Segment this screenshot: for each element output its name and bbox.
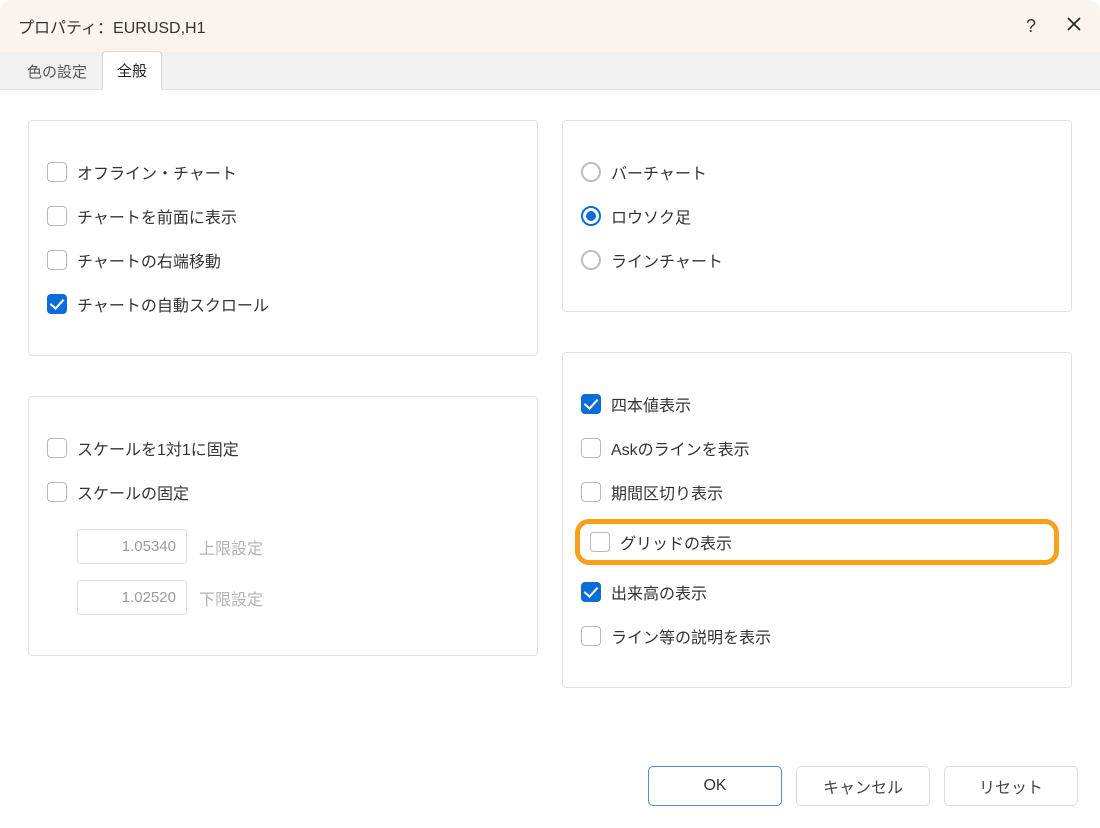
reset-button[interactable]: リセット [944, 766, 1078, 806]
properties-dialog: プロパティ：EURUSD,H1 ? 色の設定 全般 オフライン・チャート チャー… [0, 0, 1100, 828]
auto-scroll-label: チャートの自動スクロール [77, 292, 269, 316]
tab-general[interactable]: 全般 [102, 51, 162, 90]
footer: OK キャンセル リセット [0, 758, 1100, 828]
lower-limit-input[interactable]: 1.02520 [77, 580, 187, 615]
scale-fix-label: スケールの固定 [77, 480, 189, 504]
help-icon[interactable]: ? [1026, 16, 1036, 37]
titlebar: プロパティ：EURUSD,H1 ? [0, 0, 1100, 52]
offline-chart-checkbox[interactable] [47, 162, 67, 182]
tabs: 色の設定 全般 [0, 52, 1100, 90]
desc-label: ライン等の説明を表示 [611, 624, 771, 648]
candlestick-radio[interactable] [581, 206, 601, 226]
scale-1to1-label: スケールを1対1に固定 [77, 436, 239, 460]
grid-label: グリッドの表示 [620, 530, 732, 554]
tab-colors[interactable]: 色の設定 [12, 52, 102, 90]
chart-front-checkbox[interactable] [47, 206, 67, 226]
grid-checkbox[interactable] [590, 532, 610, 552]
ask-line-checkbox[interactable] [581, 438, 601, 458]
ask-line-label: Askのラインを表示 [611, 436, 750, 460]
upper-limit-input[interactable]: 1.05340 [77, 529, 187, 564]
line-chart-label: ラインチャート [611, 248, 723, 272]
auto-scroll-checkbox[interactable] [47, 294, 67, 314]
scale-fix-checkbox[interactable] [47, 482, 67, 502]
upper-limit-label: 上限設定 [199, 535, 263, 559]
desc-checkbox[interactable] [581, 626, 601, 646]
lower-limit-label: 下限設定 [199, 586, 263, 610]
cancel-button[interactable]: キャンセル [796, 766, 930, 806]
ok-button[interactable]: OK [648, 766, 782, 806]
chart-shift-label: チャートの右端移動 [77, 248, 221, 272]
line-chart-radio[interactable] [581, 250, 601, 270]
bar-chart-radio[interactable] [581, 162, 601, 182]
candlestick-label: ロウソク足 [611, 204, 691, 228]
chart-behavior-panel: オフライン・チャート チャートを前面に表示 チャートの右端移動 チャートの自動ス… [28, 120, 538, 356]
chart-front-label: チャートを前面に表示 [77, 204, 237, 228]
ohlc-label: 四本値表示 [611, 392, 691, 416]
scale-panel: スケールを1対1に固定 スケールの固定 1.05340 上限設定 1.02520… [28, 396, 538, 656]
chart-shift-checkbox[interactable] [47, 250, 67, 270]
period-sep-checkbox[interactable] [581, 482, 601, 502]
scale-1to1-checkbox[interactable] [47, 438, 67, 458]
volume-checkbox[interactable] [581, 582, 601, 602]
display-options-panel: 四本値表示 Askのラインを表示 期間区切り表示 グリッドの表示 出来高の表示 [562, 352, 1072, 688]
grid-highlight: グリッドの表示 [575, 519, 1059, 565]
chart-type-panel: バーチャート ロウソク足 ラインチャート [562, 120, 1072, 312]
offline-chart-label: オフライン・チャート [77, 160, 237, 184]
window-title: プロパティ：EURUSD,H1 [18, 14, 206, 38]
period-sep-label: 期間区切り表示 [611, 480, 723, 504]
bar-chart-label: バーチャート [611, 160, 707, 184]
ohlc-checkbox[interactable] [581, 394, 601, 414]
volume-label: 出来高の表示 [611, 580, 707, 604]
content-area: オフライン・チャート チャートを前面に表示 チャートの右端移動 チャートの自動ス… [0, 90, 1100, 758]
close-icon[interactable] [1066, 16, 1082, 36]
